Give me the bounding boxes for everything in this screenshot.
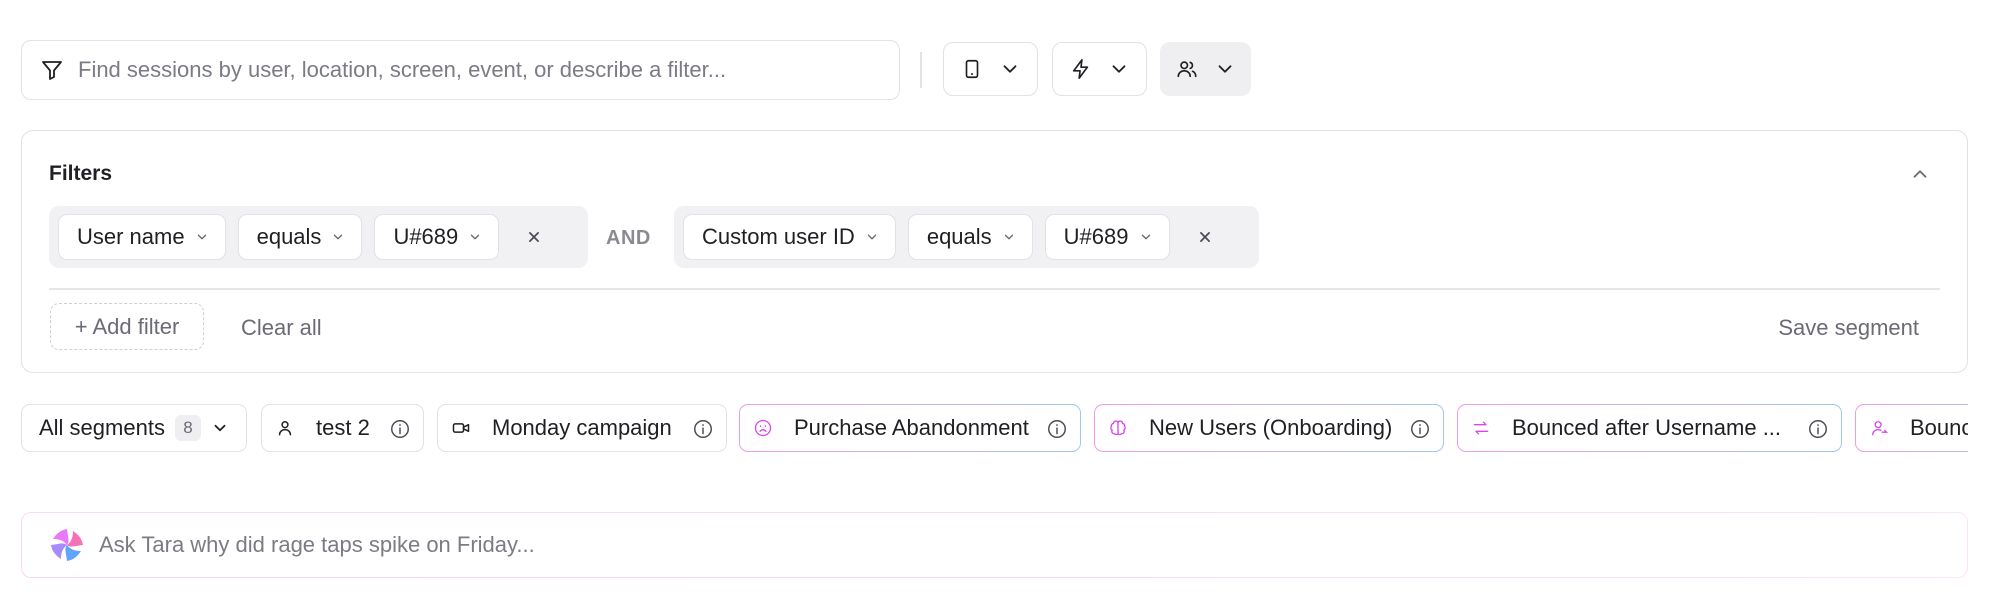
close-icon xyxy=(527,230,541,244)
segment-chip-bounce[interactable]: Bounce xyxy=(1855,404,1968,452)
event-filter-button[interactable] xyxy=(1052,42,1147,96)
filter-field-select[interactable]: Custom user ID xyxy=(683,214,896,260)
brain-icon xyxy=(1107,417,1129,439)
filter-value-label: U#689 xyxy=(1063,224,1129,249)
info-icon[interactable] xyxy=(389,418,411,440)
close-icon xyxy=(1198,230,1212,244)
users-icon xyxy=(1176,58,1198,80)
segment-label: Bounced after Username ... xyxy=(1512,415,1782,440)
chevron-down-icon xyxy=(331,230,345,244)
add-filter-button[interactable]: + Add filter xyxy=(50,303,204,350)
segment-chip-bounced-after-username[interactable]: Bounced after Username ... xyxy=(1457,404,1842,452)
chevron-down-icon xyxy=(865,230,879,244)
chevron-down-icon xyxy=(1139,230,1153,244)
filter-icon xyxy=(40,58,64,82)
filter-value-label: U#689 xyxy=(393,224,459,249)
segment-chip-purchase-abandonment[interactable]: Purchase Abandonment xyxy=(739,404,1081,452)
lightning-icon xyxy=(1070,58,1092,80)
all-segments-dropdown[interactable]: All segments 8 xyxy=(21,404,247,452)
filter-operator-label: equals xyxy=(256,224,322,249)
segment-label: Monday campaign xyxy=(492,415,672,440)
user-bounce-icon xyxy=(1868,417,1890,439)
ask-tara-bar[interactable] xyxy=(21,512,1968,578)
filter-operator-select[interactable]: equals xyxy=(237,214,363,260)
segments-bar: All segments 8 test 2 Monday campaign Pu… xyxy=(21,404,1968,452)
filter-group-1: User name equals U#689 xyxy=(49,206,588,268)
chevron-down-icon xyxy=(195,230,209,244)
filter-operator-label: equals xyxy=(926,224,992,249)
session-search-bar[interactable] xyxy=(21,40,900,100)
filters-panel: Filters User name equals U#689 AND Custo… xyxy=(21,130,1968,373)
info-icon[interactable] xyxy=(1409,418,1431,440)
segment-label: New Users (Onboarding) xyxy=(1149,415,1393,440)
segment-label: test 2 xyxy=(316,415,370,440)
filters-title: Filters xyxy=(49,162,113,185)
session-search-input[interactable] xyxy=(78,57,858,83)
filter-operator-select[interactable]: equals xyxy=(907,214,1033,260)
remove-filter-button[interactable] xyxy=(517,220,551,254)
chevron-down-icon xyxy=(999,58,1021,80)
filter-conjunction: AND xyxy=(606,227,651,249)
segment-chip-monday-campaign[interactable]: Monday campaign xyxy=(437,404,727,452)
all-segments-label: All segments xyxy=(39,415,165,440)
remove-filter-button[interactable] xyxy=(1188,220,1222,254)
filter-value-select[interactable]: U#689 xyxy=(1044,214,1170,260)
mobile-device-icon xyxy=(961,58,983,80)
info-icon[interactable] xyxy=(1046,418,1068,440)
filters-divider xyxy=(49,288,1940,290)
device-filter-button[interactable] xyxy=(943,42,1038,96)
segment-chip-new-users-onboarding[interactable]: New Users (Onboarding) xyxy=(1094,404,1444,452)
filter-field-label: Custom user ID xyxy=(702,224,855,249)
chevron-up-icon[interactable] xyxy=(1909,163,1931,185)
filter-field-label: User name xyxy=(77,224,185,249)
chevron-down-icon xyxy=(211,419,229,437)
segment-chip-test-2[interactable]: test 2 xyxy=(261,404,424,452)
clear-all-button[interactable]: Clear all xyxy=(241,315,322,341)
segment-label: Purchase Abandonment xyxy=(794,415,1029,440)
ask-tara-input[interactable] xyxy=(99,532,1899,558)
filter-value-select[interactable]: U#689 xyxy=(374,214,500,260)
chevron-down-icon xyxy=(1108,58,1130,80)
filter-group-2: Custom user ID equals U#689 xyxy=(674,206,1259,268)
chevron-down-icon xyxy=(468,230,482,244)
sad-face-icon xyxy=(752,417,774,439)
segment-label: Bounce xyxy=(1910,415,1968,440)
filter-field-select[interactable]: User name xyxy=(58,214,226,260)
save-segment-button[interactable]: Save segment xyxy=(1778,315,1919,341)
bounce-arrows-icon xyxy=(1470,417,1492,439)
info-icon[interactable] xyxy=(692,418,714,440)
info-icon[interactable] xyxy=(1807,418,1829,440)
video-icon xyxy=(450,417,472,439)
toolbar-divider xyxy=(920,52,922,88)
tara-logo-icon xyxy=(49,527,85,563)
user-icon xyxy=(274,417,296,439)
segment-count-badge: 8 xyxy=(174,415,201,441)
chevron-down-icon xyxy=(1214,58,1236,80)
user-filter-button[interactable] xyxy=(1160,42,1251,96)
chevron-down-icon xyxy=(1002,230,1016,244)
